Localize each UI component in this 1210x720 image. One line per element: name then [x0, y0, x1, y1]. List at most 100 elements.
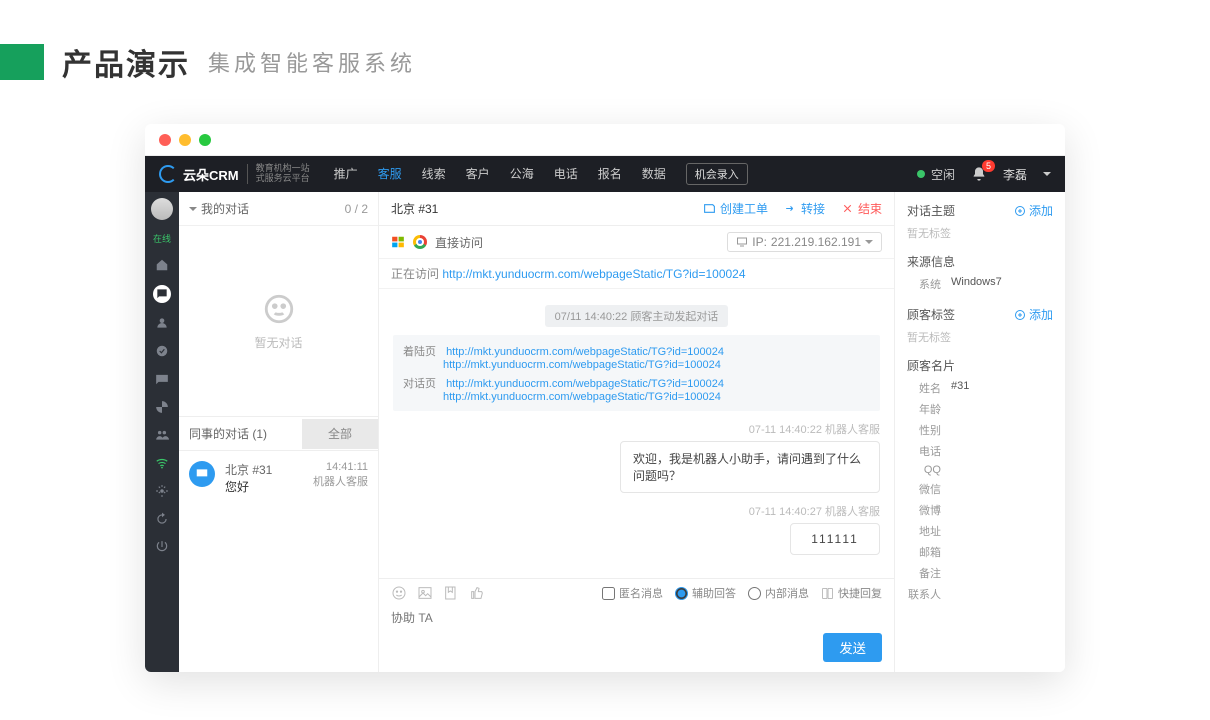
no-tag-label-2: 暂无标签 — [907, 329, 1053, 345]
customer-card-heading: 顾客名片 — [907, 357, 1053, 374]
colleague-convo-header[interactable]: 同事的对话 (1) — [179, 417, 302, 450]
check-icon[interactable] — [154, 343, 170, 359]
people-icon[interactable] — [154, 427, 170, 443]
chat-title: 北京 #31 — [391, 200, 438, 217]
no-tag-label: 暂无标签 — [907, 225, 1053, 241]
dialog-url-link-2[interactable]: http://mkt.yunduocrm.com/webpageStatic/T… — [443, 391, 721, 403]
logo-text: 云朵CRM — [183, 165, 239, 184]
ip-box: IP: 221.219.162.191 — [727, 232, 882, 252]
chat-icon[interactable] — [153, 285, 171, 303]
nav-tabs: 推广 客服 线索 客户 公海 电话 报名 数据 — [324, 156, 676, 192]
nav-phone[interactable]: 电话 — [544, 156, 588, 192]
nav-service[interactable]: 客服 — [368, 156, 412, 192]
system-pill: 07/11 14:40:22 顾客主动发起对话 — [545, 305, 729, 327]
ticket-icon — [703, 202, 716, 215]
assist-radio[interactable]: 辅助回答 — [675, 585, 736, 601]
chevron-down-icon[interactable] — [1043, 172, 1051, 180]
nav-data[interactable]: 数据 — [632, 156, 676, 192]
home-icon[interactable] — [154, 257, 170, 273]
close-icon[interactable] — [159, 134, 171, 146]
end-button[interactable]: 结束 — [841, 200, 882, 217]
record-button[interactable]: 机会录入 — [686, 163, 748, 185]
person-icon[interactable] — [154, 315, 170, 331]
message-meta: 07-11 14:40:22 机器人客服 — [393, 421, 880, 437]
internal-radio[interactable]: 内部消息 — [748, 585, 809, 601]
slide-header: 产品演示 集成智能客服系统 — [0, 0, 1210, 84]
wifi-icon[interactable] — [154, 455, 170, 471]
gear-icon[interactable] — [154, 483, 170, 499]
topic-heading: 对话主题 — [907, 202, 955, 219]
add-topic-button[interactable]: 添加 — [1014, 202, 1053, 219]
current-user[interactable]: 李磊 — [1003, 166, 1027, 183]
monitor-icon — [189, 461, 215, 487]
quick-reply-button[interactable]: 快捷回复 — [821, 585, 882, 601]
my-convo-count: 0 / 2 — [345, 202, 368, 216]
empty-chat-icon — [262, 292, 296, 326]
side-rail: 在线 — [145, 192, 179, 672]
nav-leads[interactable]: 线索 — [412, 156, 456, 192]
app-window: 云朵CRM 教育机构一站 式服务云平台 推广 客服 线索 客户 公海 电话 报名… — [145, 124, 1065, 672]
message-input[interactable] — [391, 611, 882, 625]
logo-tagline: 教育机构一站 式服务云平台 — [247, 164, 310, 184]
source-heading: 来源信息 — [907, 253, 1053, 270]
monitor-icon — [736, 236, 748, 248]
create-ticket-button[interactable]: 创建工单 — [703, 200, 768, 217]
slide-subtitle: 集成智能客服系统 — [208, 46, 416, 78]
visiting-url-link[interactable]: http://mkt.yunduocrm.com/webpageStatic/T… — [442, 267, 745, 281]
chat-panel: 北京 #31 创建工单 转接 结束 直接访问 IP: 221.219.162.1… — [379, 192, 895, 672]
send-button[interactable]: 发送 — [823, 633, 882, 662]
empty-state: 暂无对话 — [179, 226, 378, 416]
message-icon[interactable] — [154, 371, 170, 387]
online-label: 在线 — [153, 232, 171, 245]
power-icon[interactable] — [154, 539, 170, 555]
refresh-icon[interactable] — [154, 511, 170, 527]
transfer-button[interactable]: 转接 — [784, 200, 825, 217]
chevron-down-icon[interactable] — [865, 240, 873, 248]
nav-pool[interactable]: 公海 — [500, 156, 544, 192]
message-bubble: 欢迎，我是机器人小助手，请问遇到了什么问题吗？ — [620, 441, 880, 493]
landing-url-link-2[interactable]: http://mkt.yunduocrm.com/webpageStatic/T… — [443, 359, 721, 371]
window-controls — [145, 124, 1065, 156]
nav-customers[interactable]: 客户 — [456, 156, 500, 192]
conversation-item[interactable]: 北京 #31 您好 14:41:11 机器人客服 — [179, 451, 378, 505]
dialog-url-link[interactable]: http://mkt.yunduocrm.com/webpageStatic/T… — [446, 378, 724, 390]
image-icon[interactable] — [417, 585, 433, 601]
page-info-card: 着陆页 http://mkt.yunduocrm.com/webpageStat… — [393, 335, 880, 411]
slide-title: 产品演示 — [62, 40, 190, 84]
thumbs-up-icon[interactable] — [469, 585, 485, 601]
notification-badge: 5 — [982, 160, 995, 172]
presence-status[interactable]: 空闲 — [917, 166, 955, 183]
add-tag-button[interactable]: 添加 — [1014, 306, 1053, 323]
maximize-icon[interactable] — [199, 134, 211, 146]
accent-bar — [0, 44, 44, 80]
landing-url-link[interactable]: http://mkt.yunduocrm.com/webpageStatic/T… — [446, 346, 724, 358]
nav-signup[interactable]: 报名 — [588, 156, 632, 192]
notifications-button[interactable]: 5 — [971, 166, 987, 182]
direct-visit-label: 直接访问 — [435, 234, 483, 251]
emoji-icon[interactable] — [391, 585, 407, 601]
transfer-icon — [784, 202, 797, 215]
top-nav: 云朵CRM 教育机构一站 式服务云平台 推广 客服 线索 客户 公海 电话 报名… — [145, 156, 1065, 192]
attachment-icon[interactable] — [443, 585, 459, 601]
anonymous-checkbox[interactable]: 匿名消息 — [602, 585, 663, 601]
logo-icon — [159, 165, 177, 183]
chevron-down-icon — [189, 207, 197, 215]
plus-circle-icon — [1014, 205, 1026, 217]
nav-promo[interactable]: 推广 — [324, 156, 368, 192]
quick-reply-icon — [821, 587, 834, 600]
right-panel: 对话主题 添加 暂无标签 来源信息 系统Windows7 顾客标签 添加 暂无标… — [895, 192, 1065, 672]
windows-icon — [391, 235, 405, 249]
message-bubble: 111111 — [790, 523, 880, 555]
logo: 云朵CRM 教育机构一站 式服务云平台 — [145, 164, 324, 184]
my-convo-header[interactable]: 我的对话 0 / 2 — [179, 192, 378, 226]
customer-tag-heading: 顾客标签 — [907, 306, 955, 323]
minimize-icon[interactable] — [179, 134, 191, 146]
all-button[interactable]: 全部 — [302, 419, 378, 449]
plus-circle-icon — [1014, 309, 1026, 321]
avatar[interactable] — [151, 198, 173, 220]
presence-dot-icon — [917, 170, 925, 178]
chrome-icon — [413, 235, 427, 249]
piechart-icon[interactable] — [154, 399, 170, 415]
close-icon — [841, 202, 854, 215]
message-meta: 07-11 14:40:27 机器人客服 — [393, 503, 880, 519]
